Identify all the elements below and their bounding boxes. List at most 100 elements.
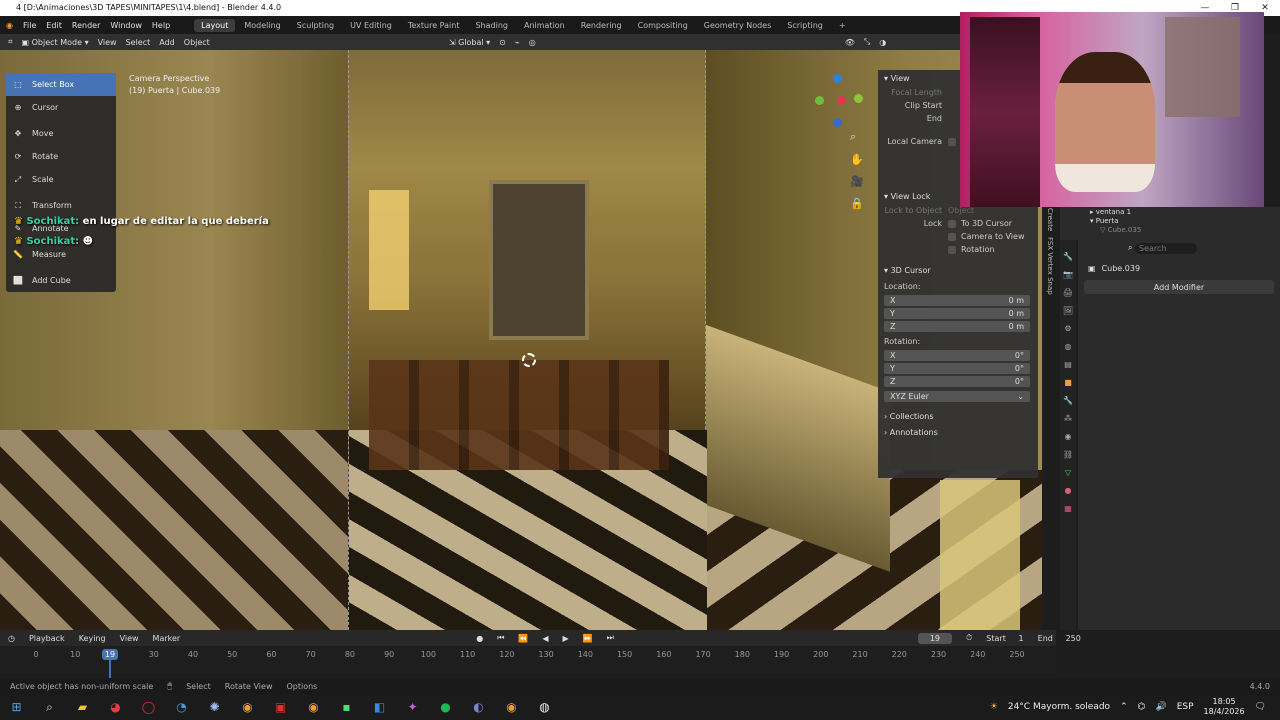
tab-animation[interactable]: Animation (517, 19, 572, 32)
gizmo-toggle-icon[interactable]: ⤡ (864, 37, 870, 47)
visibility-icon[interactable]: 👁 (845, 38, 855, 47)
rot-x-field[interactable]: X 0° (884, 350, 1030, 361)
language-label[interactable]: ESP (1177, 702, 1194, 712)
blender-logo-icon[interactable]: ◉ (6, 21, 13, 30)
tray-chevron-icon[interactable]: ⌃ (1120, 702, 1128, 712)
blender-icon-2[interactable]: ◉ (297, 694, 330, 720)
gizmo-z-neg-axis[interactable] (833, 118, 842, 127)
gizmo-y-neg-axis[interactable] (815, 96, 824, 105)
windows-start-icon[interactable]: ⊞ (0, 694, 33, 720)
obs-icon[interactable]: ◍ (528, 694, 561, 720)
modifier-tab-icon[interactable]: 🔧 (1063, 396, 1073, 405)
constraints-tab-icon[interactable]: ⛓ (1063, 450, 1073, 459)
gizmo-y-axis[interactable] (854, 94, 863, 103)
gizmo-z-axis[interactable] (833, 74, 842, 83)
world-tab-icon[interactable]: ◍ (1065, 342, 1072, 351)
tab-layout[interactable]: Layout (194, 18, 236, 32)
network-icon[interactable]: ⌬ (1138, 702, 1146, 712)
snap-icon[interactable]: ⌁ (515, 38, 520, 47)
tool-move[interactable]: ✥ Move (6, 122, 116, 145)
current-frame-field[interactable]: 19 (917, 632, 953, 644)
jump-end-icon[interactable]: ⏭ (607, 633, 614, 643)
next-key-icon[interactable]: ⏩ (583, 634, 593, 643)
data-tab-icon[interactable]: ▽ (1065, 468, 1071, 477)
lock-object-field[interactable]: Object (948, 206, 974, 215)
timeline-menu-playback[interactable]: Playback (29, 634, 65, 643)
stopwatch-icon[interactable]: ⏱ (966, 633, 972, 643)
tab-create[interactable]: Create (1042, 208, 1054, 231)
tool-rotate[interactable]: ⟳ Rotate (6, 145, 116, 168)
scene-tab-icon[interactable]: ⚙ (1064, 324, 1071, 333)
tab-modeling[interactable]: Modeling (237, 19, 287, 32)
vscode-icon[interactable]: ◧ (363, 694, 396, 720)
frame-end-field[interactable]: End 250 (1038, 634, 1081, 643)
local-camera-checkbox[interactable] (948, 137, 956, 146)
tab-fsx-vertex-snap[interactable]: FSX Vertex Snap (1042, 237, 1054, 295)
play-reverse-icon[interactable]: ◀ (542, 634, 548, 643)
outliner-item[interactable]: ▽ Cube.035 (1060, 225, 1280, 234)
editor-type-icon[interactable]: ⌗ (8, 37, 13, 47)
gizmo-x-axis[interactable] (837, 96, 846, 105)
3d-cursor-header[interactable]: ▾ 3D Cursor (878, 262, 1038, 278)
blender-icon[interactable]: ◉ (231, 694, 264, 720)
proportional-edit-icon[interactable]: ◎ (529, 38, 536, 47)
menu-render[interactable]: Render (72, 21, 100, 30)
pycharm-icon[interactable]: ▪ (330, 694, 363, 720)
lock-icon[interactable]: 🔒 (850, 197, 864, 210)
zoom-icon[interactable]: ⌕ (850, 130, 864, 144)
texture-tab-icon[interactable]: ▦ (1064, 504, 1072, 513)
clock-icon[interactable]: ◷ (8, 634, 15, 643)
tool-tab-icon[interactable]: 🔧 (1063, 252, 1073, 261)
particles-tab-icon[interactable]: ⁂ (1064, 414, 1072, 423)
play-icon[interactable]: ▶ (563, 634, 569, 643)
timeline-menu-keying[interactable]: Keying (79, 634, 106, 643)
object-tab-icon[interactable]: ■ (1064, 378, 1072, 387)
outliner-item[interactable]: ▾ Puerta (1060, 216, 1280, 225)
clock[interactable]: 18:05 18/4/2026 (1204, 697, 1245, 717)
pivot-icon[interactable]: ⊙ (499, 38, 506, 47)
rotation-mode-dropdown[interactable]: XYZ Euler ⌄ (884, 390, 1030, 402)
menu-file[interactable]: File (23, 21, 36, 30)
loc-z-field[interactable]: Z 0 m (884, 321, 1030, 332)
add-workspace-button[interactable]: + (832, 19, 853, 32)
tab-uv-editing[interactable]: UV Editing (343, 19, 399, 32)
tab-geometry-nodes[interactable]: Geometry Nodes (697, 19, 778, 32)
header-menu-add[interactable]: Add (159, 38, 175, 47)
orientation-dropdown[interactable]: ⇲ Global ▾ (449, 38, 490, 47)
menu-edit[interactable]: Edit (46, 21, 62, 30)
collections-header[interactable]: › Collections (878, 408, 1038, 424)
menu-help[interactable]: Help (152, 21, 170, 30)
tab-rendering[interactable]: Rendering (574, 19, 629, 32)
to-3d-cursor-checkbox[interactable] (948, 219, 956, 228)
timeline-ruler[interactable]: 0 10 19 30 40 50 60 70 80 90 100 110 120 130 140 150 160… (0, 646, 1056, 678)
3d-cursor-icon[interactable] (522, 353, 536, 367)
header-menu-view[interactable]: View (98, 38, 117, 47)
discord-icon[interactable]: ◐ (462, 694, 495, 720)
jump-start-icon[interactable]: ⏮ (497, 633, 504, 643)
edge-icon[interactable]: ◔ (165, 694, 198, 720)
frame-start-field[interactable]: Start 1 (986, 634, 1023, 643)
weather-label[interactable]: 24°C Mayorm. soleado (1008, 702, 1110, 712)
timeline-menu-view[interactable]: View (120, 634, 139, 643)
record-icon[interactable]: ● (476, 634, 483, 643)
rot-z-field[interactable]: Z 0° (884, 376, 1030, 387)
video-app-icon[interactable]: ▣ (264, 694, 297, 720)
chrome-icon[interactable]: ◕ (99, 694, 132, 720)
loc-x-field[interactable]: X 0 m (884, 295, 1030, 306)
prev-key-icon[interactable]: ⏪ (518, 634, 528, 643)
weather-icon[interactable]: ☀ (990, 702, 998, 712)
volume-icon[interactable]: 🔊 (1155, 702, 1166, 712)
overlay-toggle-icon[interactable]: ◑ (879, 38, 886, 47)
tab-compositing[interactable]: Compositing (631, 19, 695, 32)
playhead-marker[interactable]: 19 (102, 649, 118, 660)
camera-view-icon[interactable]: 🎥 (850, 175, 864, 188)
physics-tab-icon[interactable]: ◉ (1065, 432, 1072, 441)
tool-scale[interactable]: ⤢ Scale (6, 168, 116, 191)
navigation-gizmo[interactable] (810, 74, 866, 130)
opera-icon[interactable]: ◯ (132, 694, 165, 720)
camera-to-view-checkbox[interactable] (948, 232, 956, 241)
app-icon-2[interactable]: ✦ (396, 694, 429, 720)
object-mode-dropdown[interactable]: ▣ Object Mode ▾ (22, 38, 89, 47)
spotify-icon[interactable]: ● (429, 694, 462, 720)
loc-y-field[interactable]: Y 0 m (884, 308, 1030, 319)
